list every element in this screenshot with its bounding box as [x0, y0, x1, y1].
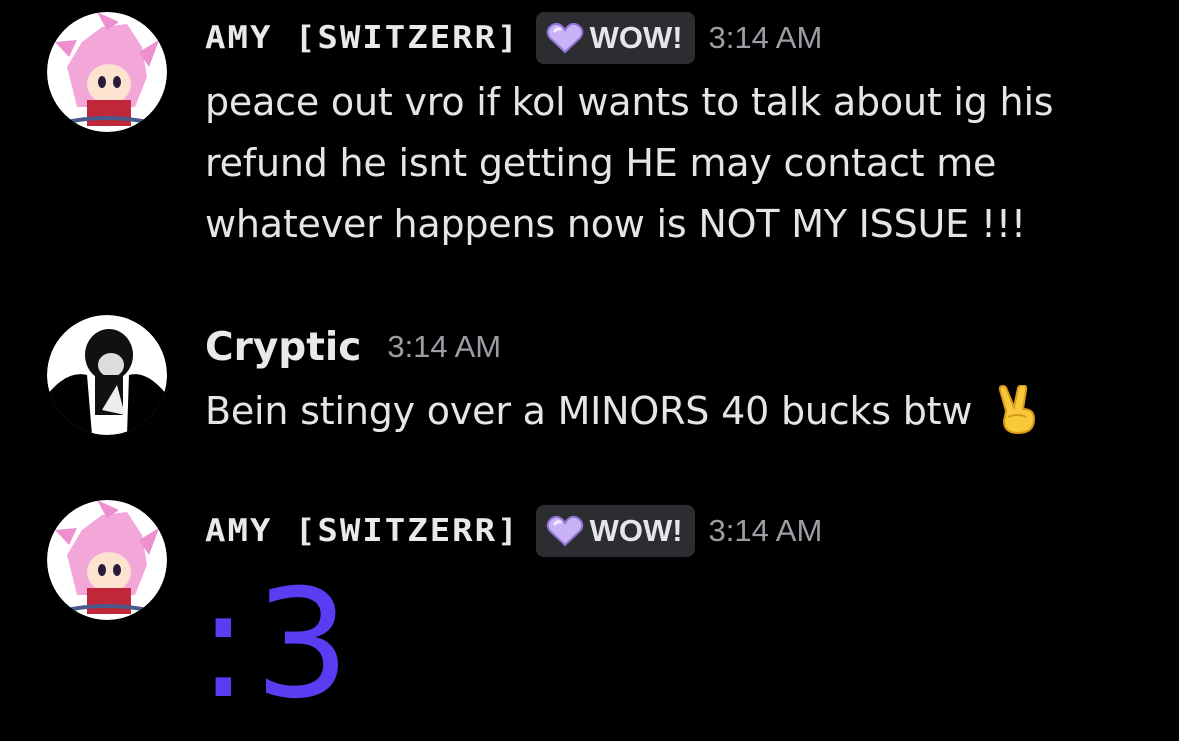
server-tag-label: WOW! — [589, 513, 683, 548]
server-tag-badge[interactable]: WOW! — [535, 12, 695, 64]
message-text: Bein stingy over a MINORS 40 bucks btw — [205, 389, 973, 433]
avatar[interactable] — [47, 12, 167, 132]
message-cryptic: Cryptic 3:14 AM Bein stingy over a MINOR… — [0, 305, 1179, 455]
timestamp[interactable]: 3:14 AM — [709, 20, 823, 56]
message-line: refund he isnt getting HE may contact me — [205, 141, 997, 185]
purple-heart-icon — [546, 515, 583, 547]
author-name[interactable]: AMY [SWITZERR] — [205, 513, 520, 550]
amy-avatar-icon — [47, 12, 167, 132]
author-name[interactable]: AMY [SWITZERR] — [205, 20, 520, 57]
message-header: Cryptic 3:14 AM — [205, 321, 501, 373]
message-header: AMY [SWITZERR] WOW! 3:14 AM — [205, 12, 822, 64]
avatar[interactable] — [47, 500, 167, 620]
server-tag-badge[interactable]: WOW! — [535, 505, 695, 557]
timestamp[interactable]: 3:14 AM — [387, 329, 501, 365]
victory-hand-emoji-icon — [998, 384, 1036, 434]
message-amy-1: AMY [SWITZERR] WOW! 3:14 AM peace out vr… — [0, 0, 1179, 270]
message-line: Bein stingy over a MINORS 40 bucks btw — [205, 381, 1040, 442]
message-line: peace out vro if kol wants to talk about… — [205, 80, 1054, 124]
purple-heart-icon — [546, 22, 583, 54]
timestamp[interactable]: 3:14 AM — [709, 513, 823, 549]
amy-avatar-icon — [47, 500, 167, 620]
message-line: whatever happens now is NOT MY ISSUE !!! — [205, 202, 1026, 246]
message-content: Bein stingy over a MINORS 40 bucks btw — [205, 381, 1040, 442]
server-tag-label: WOW! — [589, 20, 683, 55]
cryptic-avatar-icon — [47, 315, 167, 435]
jumbo-emote-text: :3 — [198, 558, 356, 732]
avatar[interactable] — [47, 315, 167, 435]
message-content: peace out vro if kol wants to talk about… — [205, 72, 1054, 255]
message-amy-2: AMY [SWITZERR] WOW! 3:14 AM — [0, 495, 1179, 741]
message-header: AMY [SWITZERR] WOW! 3:14 AM — [205, 505, 822, 557]
author-name[interactable]: Cryptic — [205, 325, 361, 370]
